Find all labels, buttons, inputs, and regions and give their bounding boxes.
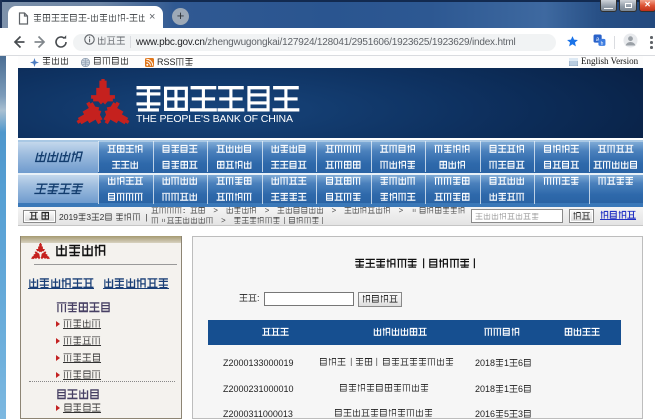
svg-text:b: b: [601, 41, 604, 47]
